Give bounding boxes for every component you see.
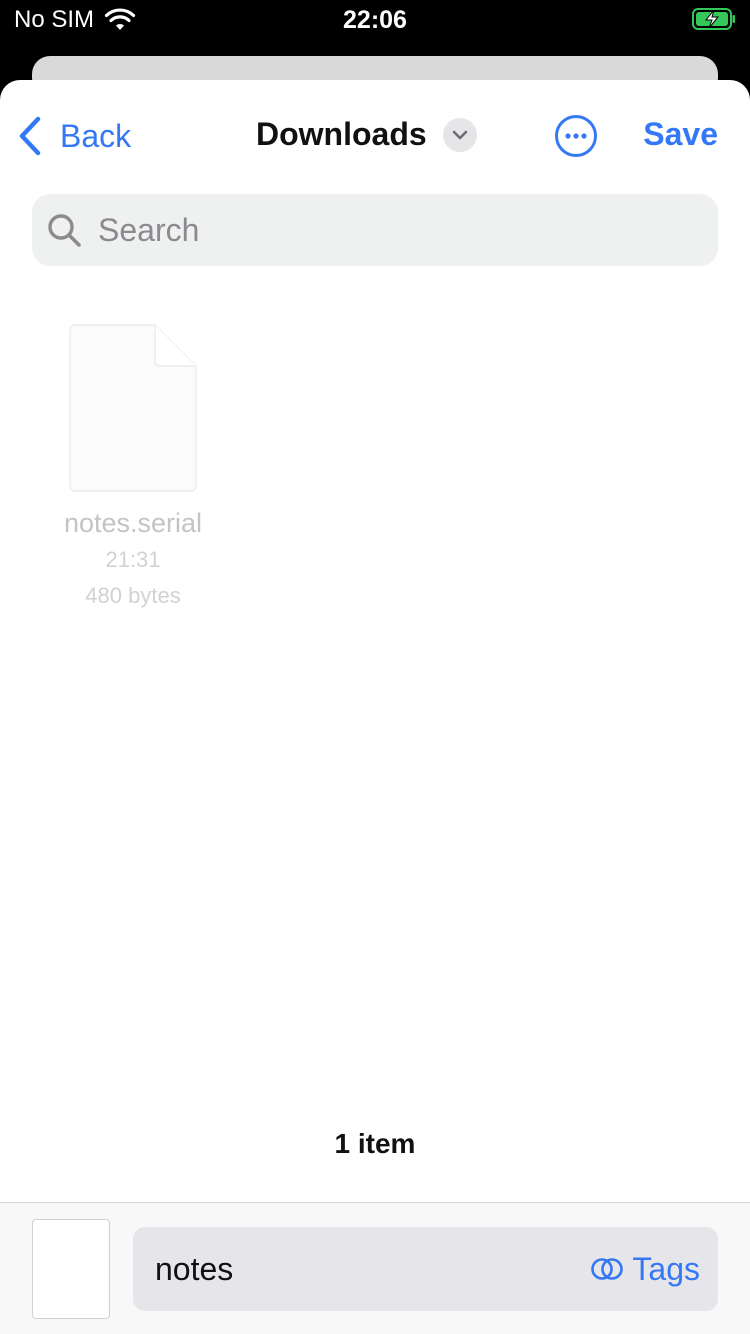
document-thumbnail: [32, 1219, 110, 1319]
filename-container[interactable]: Tags: [133, 1227, 718, 1311]
carrier-label: No SIM: [14, 6, 95, 33]
file-name: notes.serial: [63, 508, 203, 538]
file-time: 21:31: [105, 547, 161, 572]
file-item[interactable]: notes.serial 21:31 480 bytes: [40, 324, 226, 609]
tags-button[interactable]: Tags: [590, 1251, 700, 1288]
page-title: Downloads: [256, 116, 427, 152]
save-button[interactable]: Save: [643, 116, 718, 153]
battery-charging-icon: [692, 8, 735, 30]
search-bar[interactable]: [32, 194, 718, 266]
tags-icon: [591, 1258, 624, 1280]
document-icon: [69, 324, 197, 492]
filename-input[interactable]: [153, 1249, 537, 1289]
item-count: 1 item: [334, 1128, 416, 1159]
search-icon: [48, 214, 81, 247]
location-dropdown-button[interactable]: [442, 117, 477, 152]
chevron-down-icon: [452, 130, 467, 139]
status-bar: No SIM 22:06: [0, 0, 750, 44]
carrier-group: No SIM: [14, 6, 136, 34]
wifi-icon: [104, 8, 136, 30]
location-title[interactable]: Downloads: [256, 116, 477, 153]
save-bar: Tags: [0, 1202, 750, 1334]
chevron-left-icon: [19, 116, 41, 156]
nav-bar: Back Downloads Save: [0, 80, 750, 190]
more-icon[interactable]: [554, 114, 598, 158]
file-size: 480 bytes: [85, 583, 181, 608]
file-picker-sheet: Back Downloads Save not: [0, 80, 750, 1334]
back-button[interactable]: Back: [18, 116, 131, 156]
search-input[interactable]: [96, 210, 700, 250]
tags-label: Tags: [632, 1250, 700, 1287]
back-label: Back: [60, 117, 132, 154]
